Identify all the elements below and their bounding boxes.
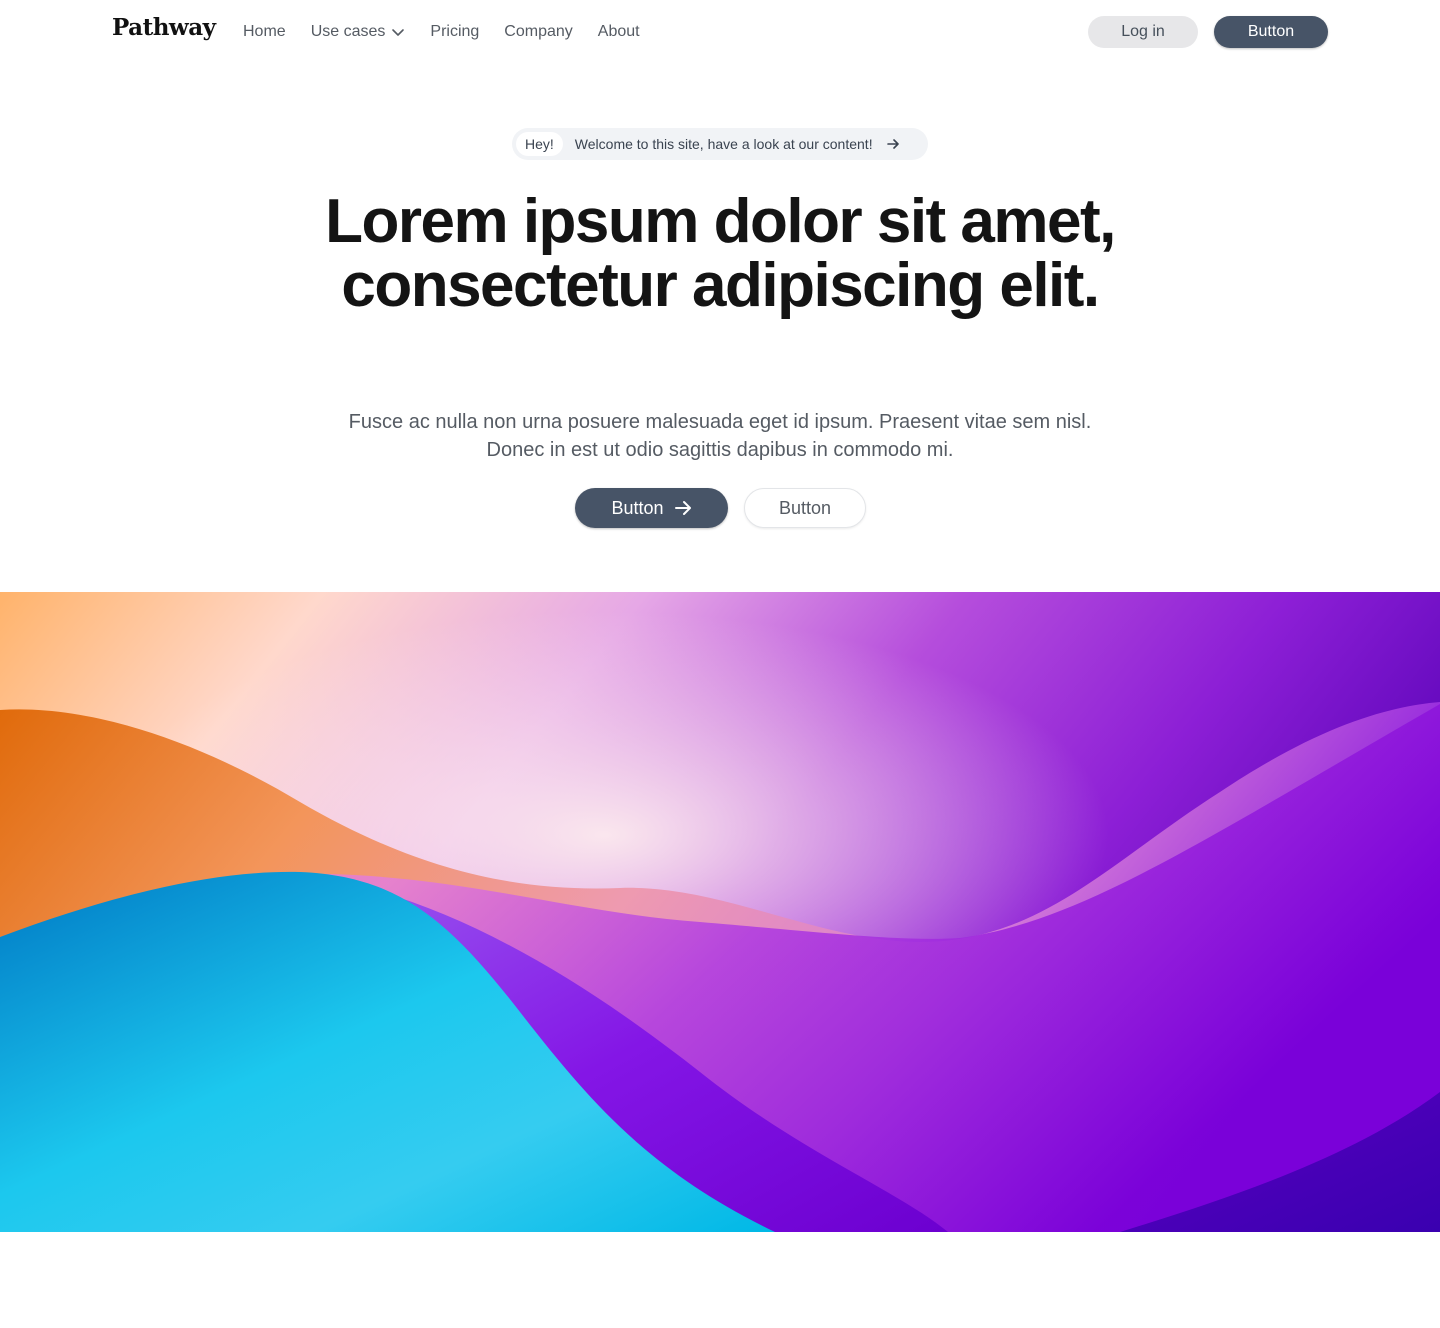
hero-title: Lorem ipsum dolor sit amet, consectetur … <box>325 187 1116 320</box>
nav-link-use-cases[interactable]: Use cases <box>311 22 406 42</box>
login-button[interactable]: Log in <box>1088 16 1198 48</box>
nav-link-home[interactable]: Home <box>243 22 286 42</box>
hero-subtitle: Fusce ac nulla non urna posuere malesuad… <box>348 411 1092 461</box>
brand-logo[interactable]: Pathway <box>112 14 216 41</box>
nav-link-use-cases-label: Use cases <box>310 23 386 40</box>
hero-primary-button[interactable]: Button <box>575 488 728 528</box>
nav-link-about[interactable]: About <box>598 22 640 42</box>
arrow-right-icon <box>886 137 900 151</box>
nav-link-company[interactable]: Company <box>504 22 572 42</box>
top-nav: Pathway Home Use cases Pricing Company A… <box>0 0 1440 64</box>
nav-links: Home Use cases Pricing Company About <box>243 22 640 42</box>
nav-link-pricing[interactable]: Pricing <box>430 22 479 42</box>
arrow-right-icon <box>674 499 692 517</box>
announcement-text: Welcome to this site, have a look at our… <box>574 136 873 152</box>
announcement-banner[interactable]: Hey! Welcome to this site, have a look a… <box>512 128 928 160</box>
nav-primary-button[interactable]: Button <box>1214 16 1328 48</box>
hero-secondary-button[interactable]: Button <box>744 488 866 528</box>
announcement-badge: Hey! <box>516 132 563 156</box>
hero-image <box>0 592 1440 1232</box>
hero-actions: Button Button <box>575 488 866 528</box>
chevron-down-icon <box>391 25 405 39</box>
nav-actions: Log in Button <box>1088 16 1328 48</box>
hero-primary-button-label: Button <box>611 497 664 518</box>
